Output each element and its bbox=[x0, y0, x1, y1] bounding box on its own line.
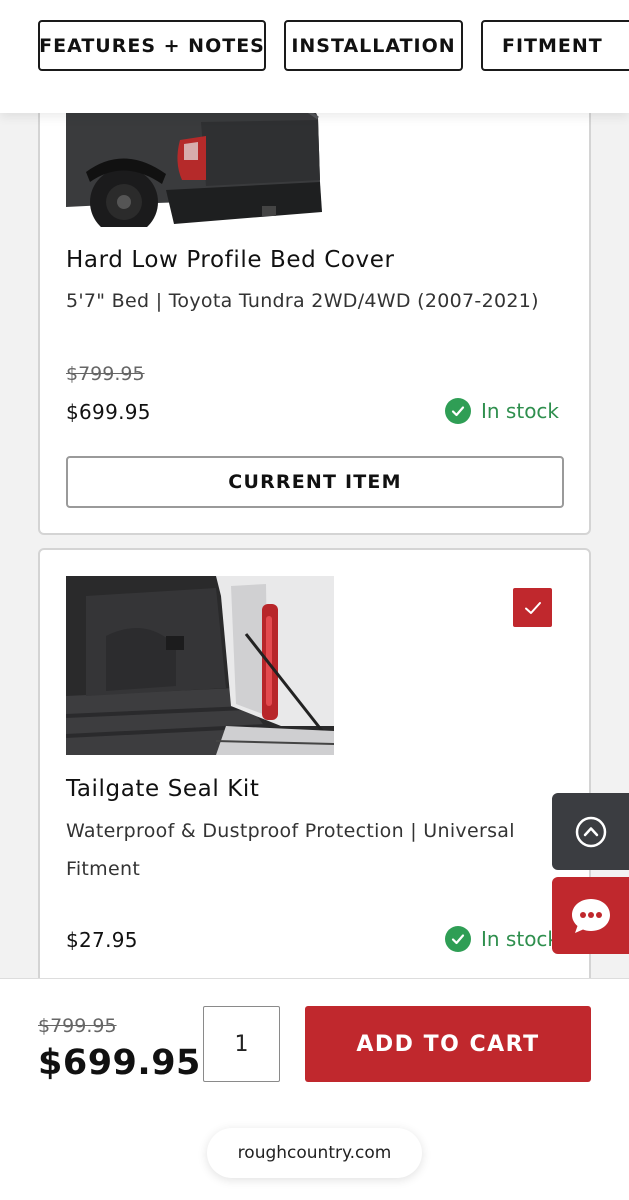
chat-bubble-icon bbox=[571, 898, 610, 933]
stock-status: In stock bbox=[445, 926, 559, 952]
current-item-button[interactable]: CURRENT ITEM bbox=[66, 456, 564, 508]
product-image-tailgate-seal[interactable] bbox=[66, 576, 334, 755]
add-item-checkbox[interactable] bbox=[513, 588, 552, 627]
product-subtitle: Waterproof & Dustproof Protection | Univ… bbox=[66, 820, 515, 880]
tab-features-notes[interactable]: FEATURES + NOTES bbox=[38, 20, 266, 71]
product-title[interactable]: Hard Low Profile Bed Cover bbox=[66, 247, 395, 273]
tab-installation[interactable]: INSTALLATION bbox=[284, 20, 463, 71]
browser-url-pill[interactable]: roughcountry.com bbox=[207, 1128, 422, 1178]
cart-old-price: $799.95 bbox=[38, 1015, 117, 1037]
chevron-up-icon bbox=[575, 816, 606, 847]
quantity-input[interactable]: 1 bbox=[203, 1006, 280, 1082]
stock-status: In stock bbox=[445, 398, 559, 424]
checkmark-icon bbox=[524, 601, 541, 614]
chat-button[interactable] bbox=[552, 877, 629, 954]
stock-label: In stock bbox=[481, 399, 560, 423]
checkmark-icon bbox=[445, 398, 471, 424]
product-card-bed-cover: Hard Low Profile Bed Cover 5'7" Bed | To… bbox=[38, 60, 591, 535]
product-price: $699.95 bbox=[66, 400, 151, 424]
checkmark-icon bbox=[445, 926, 471, 952]
scroll-to-top-button[interactable] bbox=[552, 793, 629, 870]
product-price: $27.95 bbox=[66, 928, 138, 952]
stock-label: In stock bbox=[481, 927, 560, 951]
cart-price: $699.95 bbox=[38, 1043, 201, 1083]
section-tabs-bar: FEATURES + NOTES INSTALLATION FITMENT bbox=[0, 0, 629, 113]
product-old-price: $799.95 bbox=[66, 363, 145, 385]
product-title[interactable]: Tailgate Seal Kit bbox=[66, 776, 260, 802]
product-card-tailgate-seal: Tailgate Seal Kit Waterproof & Dustproof… bbox=[38, 548, 591, 1008]
add-to-cart-button[interactable]: ADD TO CART bbox=[305, 1006, 591, 1082]
tab-fitment[interactable]: FITMENT bbox=[481, 20, 629, 71]
sticky-cart-bar: $799.95 $699.95 1 ADD TO CART roughcount… bbox=[0, 978, 629, 1200]
product-subtitle: 5'7" Bed | Toyota Tundra 2WD/4WD (2007-2… bbox=[66, 290, 539, 312]
